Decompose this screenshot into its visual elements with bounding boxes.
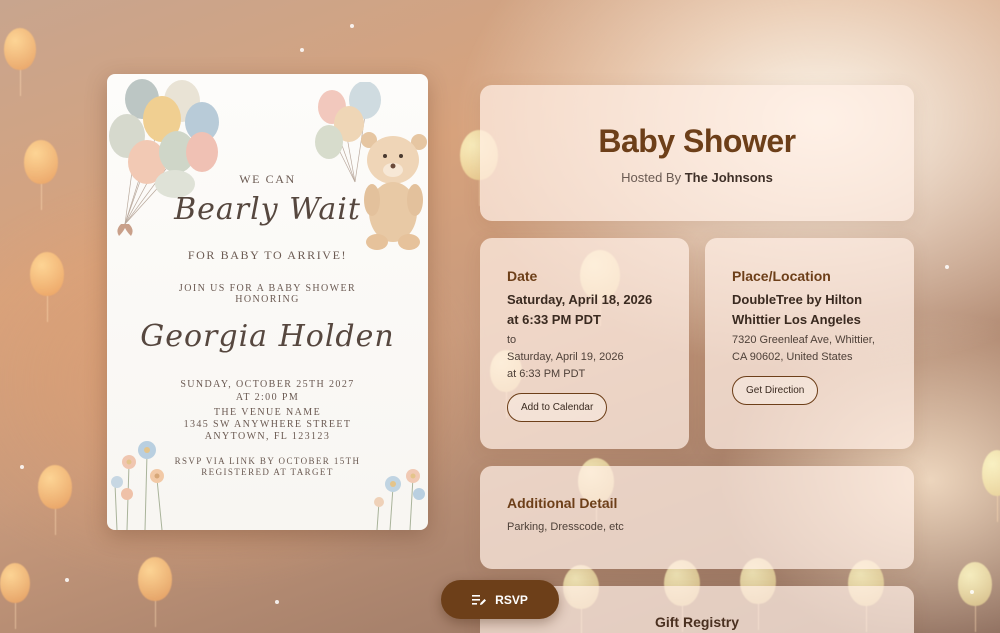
balloon-decoration [958,562,992,632]
edit-list-icon [472,594,487,606]
sparkle-decoration [945,265,949,269]
location-name-line1: DoubleTree by Hilton [732,292,863,307]
sparkle-decoration [350,24,354,28]
rsvp-label: RSVP [495,592,528,607]
sparkle-decoration [300,48,304,52]
invite-honoree-name: Georgia Holden [140,319,395,354]
date-panel: Date Saturday, April 18, 2026 at 6:33 PM… [480,238,689,449]
invite-line: AT 2:00 PM [235,392,300,403]
sparkle-decoration [65,578,69,582]
sparkle-decoration [20,465,24,469]
location-address-line2: CA 90602, United States [732,351,853,363]
hosted-by: Hosted By The Johnsons [480,170,914,185]
invite-line: SUNDAY, OCTOBER 25TH 2027 [180,379,355,390]
invite-line: WE CAN [239,172,296,186]
location-heading: Place/Location [732,268,831,284]
date-end-day: Saturday, April 19, 2026 [507,351,624,363]
hosted-by-label: Hosted By [621,170,682,185]
balloon-decoration [138,557,172,627]
invite-line: FOR BABY TO ARRIVE! [187,248,348,262]
get-direction-button[interactable]: Get Direction [732,376,819,405]
date-end-time: at 6:33 PM PDT [507,368,586,380]
balloon-decoration [24,140,58,210]
balloon-decoration [38,465,72,535]
location-panel: Place/Location DoubleTree by Hilton Whit… [705,238,914,449]
balloon-bunch-illustration [109,79,219,236]
date-start-day: Saturday, April 18, 2026 [507,292,653,307]
invite-line: HONORING [235,294,300,305]
invite-line: REGISTERED AT TARGET [201,467,334,477]
balloon-decoration [982,450,1000,522]
invite-line: THE VENUE NAME [213,407,322,418]
invite-script-headline: Bearly Wait [174,192,361,227]
balloon-decoration [4,28,36,96]
additional-detail-heading: Additional Detail [507,495,618,511]
additional-detail-panel: Additional Detail Parking, Dresscode, et… [480,466,914,569]
invite-line: 1345 SW ANYWHERE STREET [183,419,352,430]
additional-detail-text: Parking, Dresscode, etc [507,521,624,533]
date-to-label: to [507,334,517,346]
location-name-line2: Whittier Los Angeles [732,312,861,327]
event-title: Baby Shower [598,123,796,159]
invite-line: ANYTOWN, FL 123123 [204,431,331,442]
location-address-line1: 7320 Greenleaf Ave, Whittier, [732,334,875,346]
add-to-calendar-button[interactable]: Add to Calendar [507,393,608,422]
teddy-bear-illustration [315,82,427,250]
invitation-card: WE CAN Bearly Wait FOR BABY TO ARRIVE! J… [107,74,428,530]
sparkle-decoration [970,590,974,594]
sparkle-decoration [275,600,279,604]
date-heading: Date [507,268,538,284]
balloon-decoration [30,252,64,322]
rsvp-button[interactable]: RSVP [441,580,559,619]
event-title-panel: Baby Shower Hosted By The Johnsons [480,85,914,221]
host-name: The Johnsons [684,170,773,185]
date-start-time: at 6:33 PM PDT [507,312,601,327]
balloon-decoration [0,563,30,629]
